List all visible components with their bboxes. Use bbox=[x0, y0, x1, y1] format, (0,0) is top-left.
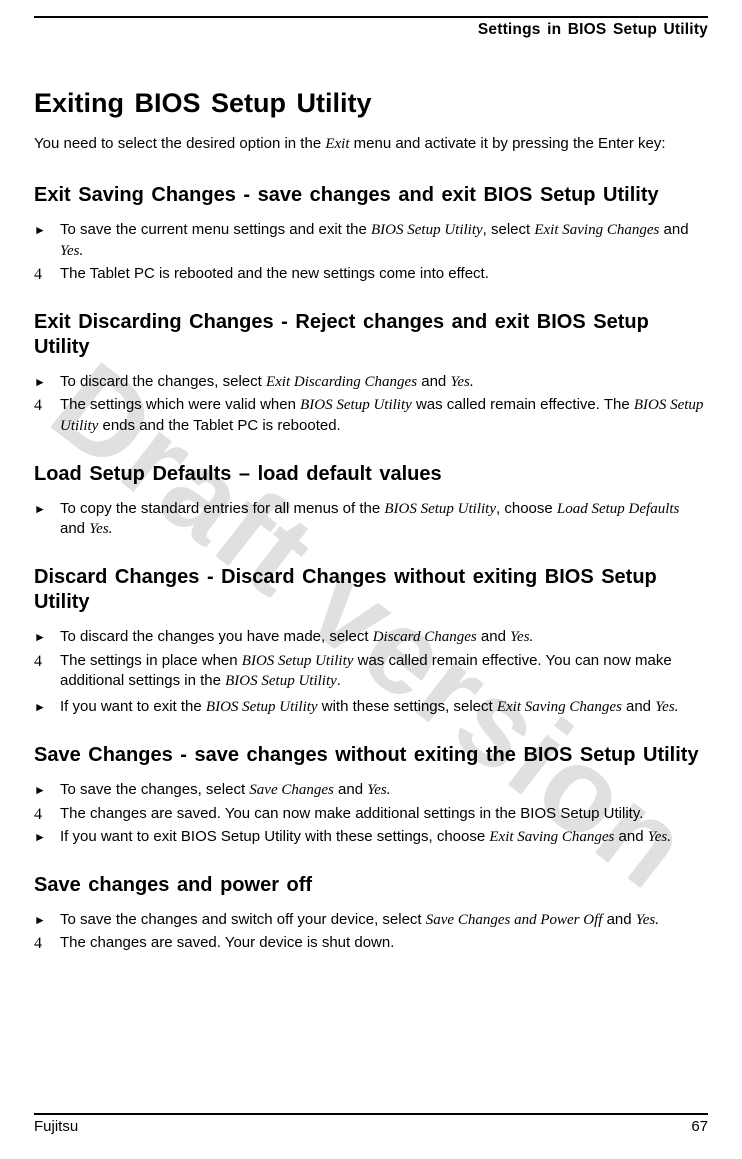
text: , choose bbox=[496, 500, 557, 517]
text: If you want to exit the bbox=[60, 698, 206, 715]
text: , select bbox=[483, 221, 535, 238]
footer-left: Fujitsu bbox=[34, 1118, 78, 1137]
text-italic: Load Setup Defaults bbox=[557, 501, 680, 517]
text-italic: BIOS Setup Utility bbox=[300, 397, 412, 413]
text-italic: Discard Changes bbox=[373, 629, 477, 645]
result-icon bbox=[34, 804, 54, 826]
step-item: To discard the changes, select Exit Disc… bbox=[34, 372, 708, 392]
section-title: Save changes and power off bbox=[34, 873, 708, 898]
arrow-icon bbox=[34, 627, 54, 647]
page-title: Exiting BIOS Setup Utility bbox=[34, 87, 708, 120]
result-icon bbox=[34, 395, 54, 417]
step-item: If you want to exit BIOS Setup Utility w… bbox=[34, 827, 708, 847]
section-title: Exit Discarding Changes - Reject changes… bbox=[34, 310, 708, 360]
section-discard-changes: Discard Changes - Discard Changes withou… bbox=[34, 565, 708, 717]
text-italic: Yes. bbox=[636, 912, 659, 928]
text-italic: Exit bbox=[325, 136, 349, 152]
text: . bbox=[337, 672, 341, 689]
result-item: The settings which were valid when BIOS … bbox=[34, 395, 708, 436]
result-item: The changes are saved. You can now make … bbox=[34, 804, 708, 824]
arrow-icon bbox=[34, 220, 54, 240]
text: and bbox=[334, 781, 367, 798]
text: and bbox=[622, 698, 655, 715]
text: and bbox=[417, 373, 450, 390]
text: was called remain effective. The bbox=[412, 396, 634, 413]
text: The Tablet PC is rebooted and the new se… bbox=[60, 265, 489, 282]
text: and bbox=[602, 911, 635, 928]
text-italic: Save Changes bbox=[249, 782, 334, 798]
text: and bbox=[614, 828, 647, 845]
text-italic: BIOS Setup Utility bbox=[225, 673, 337, 689]
section-exit-saving: Exit Saving Changes - save changes and e… bbox=[34, 183, 708, 284]
text: If you want to exit BIOS Setup Utility w… bbox=[60, 828, 489, 845]
text-italic: Yes. bbox=[655, 699, 678, 715]
result-item: The changes are saved. Your device is sh… bbox=[34, 933, 708, 953]
text: The settings in place when bbox=[60, 652, 242, 669]
result-item: The settings in place when BIOS Setup Ut… bbox=[34, 651, 708, 692]
text: To discard the changes you have made, se… bbox=[60, 628, 373, 645]
arrow-icon bbox=[34, 499, 54, 519]
text-italic: Exit Discarding Changes bbox=[266, 374, 417, 390]
text-italic: BIOS Setup Utility bbox=[371, 222, 483, 238]
page-footer: Fujitsu 67 bbox=[34, 1113, 708, 1137]
step-item: If you want to exit the BIOS Setup Utili… bbox=[34, 697, 708, 717]
text-italic: Yes. bbox=[450, 374, 473, 390]
text-italic: Exit Saving Changes bbox=[497, 699, 622, 715]
footer-page-number: 67 bbox=[691, 1118, 708, 1137]
text: The settings which were valid when bbox=[60, 396, 300, 413]
text: The changes are saved. You can now make … bbox=[60, 805, 643, 822]
step-item: To save the current menu settings and ex… bbox=[34, 220, 708, 261]
section-save-changes: Save Changes - save changes without exit… bbox=[34, 743, 708, 847]
text-italic: Exit Saving Changes bbox=[489, 829, 614, 845]
text: You need to select the desired option in… bbox=[34, 135, 325, 152]
result-icon bbox=[34, 651, 54, 673]
text: To save the changes, select bbox=[60, 781, 249, 798]
text: and bbox=[477, 628, 510, 645]
section-load-defaults: Load Setup Defaults – load default value… bbox=[34, 462, 708, 540]
section-title: Discard Changes - Discard Changes withou… bbox=[34, 565, 708, 615]
text: To copy the standard entries for all men… bbox=[60, 500, 384, 517]
text: To save the current menu settings and ex… bbox=[60, 221, 371, 238]
text-italic: Yes. bbox=[89, 521, 112, 537]
text-italic: BIOS Setup Utility bbox=[242, 653, 354, 669]
text: and bbox=[659, 221, 688, 238]
step-item: To save the changes and switch off your … bbox=[34, 910, 708, 930]
section-title: Load Setup Defaults – load default value… bbox=[34, 462, 708, 487]
running-header: Settings in BIOS Setup Utility bbox=[34, 16, 708, 39]
step-item: To copy the standard entries for all men… bbox=[34, 499, 708, 540]
arrow-icon bbox=[34, 372, 54, 392]
text-italic: Exit Saving Changes bbox=[534, 222, 659, 238]
section-title: Save Changes - save changes without exit… bbox=[34, 743, 708, 768]
text-italic: BIOS Setup Utility bbox=[206, 699, 318, 715]
section-save-poweroff: Save changes and power off To save the c… bbox=[34, 873, 708, 954]
text: To discard the changes, select bbox=[60, 373, 266, 390]
text: The changes are saved. Your device is sh… bbox=[60, 934, 394, 951]
step-item: To save the changes, select Save Changes… bbox=[34, 780, 708, 800]
text: with these settings, select bbox=[318, 698, 497, 715]
text: and bbox=[60, 520, 89, 537]
arrow-icon bbox=[34, 910, 54, 930]
result-icon bbox=[34, 264, 54, 286]
text-italic: Yes. bbox=[60, 243, 83, 259]
text-italic: Yes. bbox=[367, 782, 390, 798]
result-item: The Tablet PC is rebooted and the new se… bbox=[34, 264, 708, 284]
text-italic: Yes. bbox=[510, 629, 533, 645]
text: To save the changes and switch off your … bbox=[60, 911, 426, 928]
text: menu and activate it by pressing the Ent… bbox=[349, 135, 665, 152]
text-italic: Yes. bbox=[648, 829, 671, 845]
step-item: To discard the changes you have made, se… bbox=[34, 627, 708, 647]
intro-paragraph: You need to select the desired option in… bbox=[34, 135, 708, 154]
text: ends and the Tablet PC is rebooted. bbox=[98, 417, 340, 434]
text-italic: BIOS Setup Utility bbox=[384, 501, 496, 517]
result-icon bbox=[34, 933, 54, 955]
arrow-icon bbox=[34, 780, 54, 800]
arrow-icon bbox=[34, 697, 54, 717]
section-title: Exit Saving Changes - save changes and e… bbox=[34, 183, 708, 208]
text-italic: Save Changes and Power Off bbox=[426, 912, 603, 928]
arrow-icon bbox=[34, 827, 54, 847]
section-exit-discarding: Exit Discarding Changes - Reject changes… bbox=[34, 310, 708, 436]
